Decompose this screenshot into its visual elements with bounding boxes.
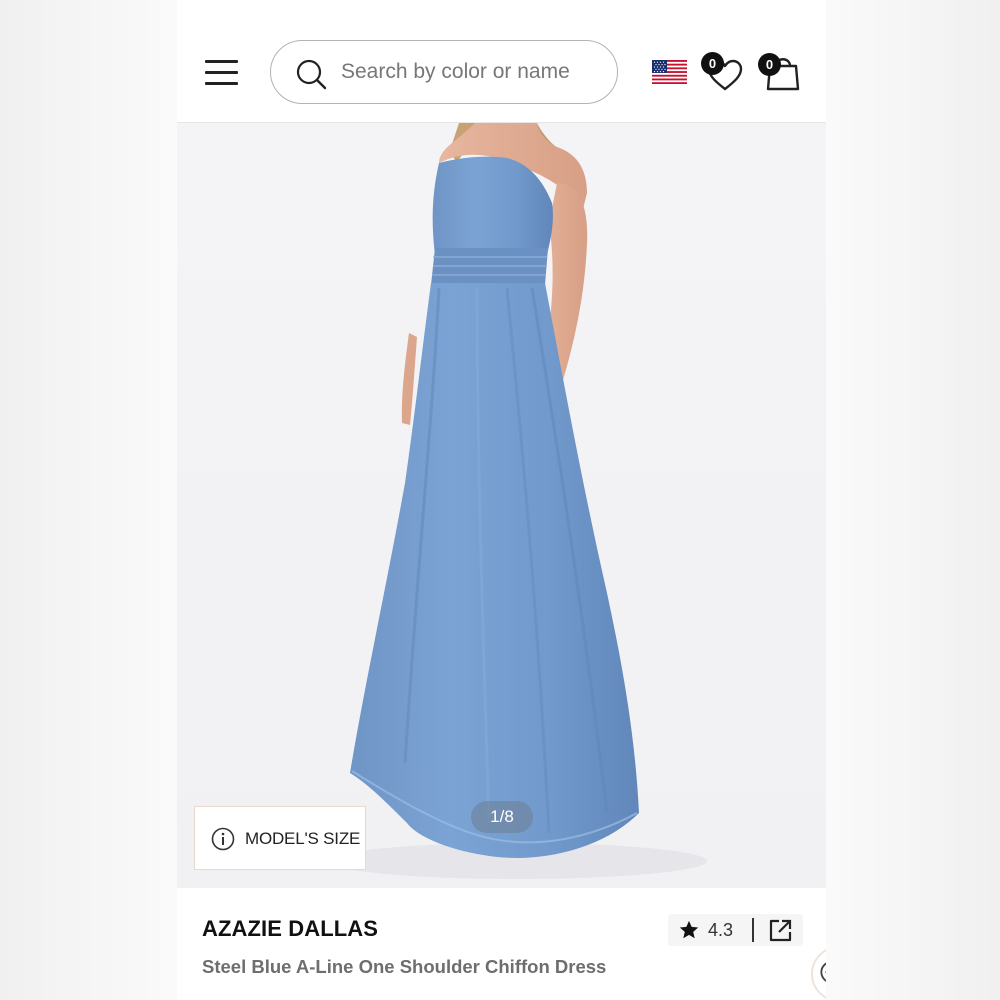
star-icon: [679, 920, 699, 939]
info-icon: [211, 827, 235, 851]
menu-icon-line: [205, 71, 238, 74]
search-icon[interactable]: [295, 58, 327, 90]
search-input[interactable]: [341, 53, 601, 91]
share-icon[interactable]: [768, 918, 793, 943]
site-header: 0 0: [177, 0, 826, 123]
us-flag-icon[interactable]: [652, 60, 687, 84]
product-info: AZAZIE DALLAS Steel Blue A-Line One Shou…: [177, 888, 826, 1000]
cart-button[interactable]: 0: [758, 51, 802, 93]
menu-icon-line: [205, 60, 238, 63]
wishlist-count-badge: 0: [701, 52, 724, 75]
product-title: Steel Blue A-Line One Shoulder Chiffon D…: [202, 956, 607, 977]
search-bar[interactable]: [270, 40, 618, 104]
model-size-button[interactable]: MODEL'S SIZE: [194, 806, 366, 870]
rating-share-bar: 4.3: [668, 914, 803, 946]
model-size-label: MODEL'S SIZE: [245, 829, 361, 848]
mobile-viewport: 0 0: [177, 0, 826, 1000]
cart-count-badge: 0: [758, 53, 781, 76]
divider: [752, 918, 754, 942]
rating-value[interactable]: 4.3: [708, 920, 733, 941]
product-image-gallery[interactable]: MODEL'S SIZE 1/8: [177, 123, 826, 888]
product-photo: [177, 123, 826, 888]
chat-icon: [820, 962, 826, 982]
menu-button[interactable]: [205, 57, 239, 87]
gallery-pager: 1/8: [471, 801, 533, 833]
chat-button[interactable]: [811, 946, 826, 1000]
menu-icon-line: [205, 82, 238, 85]
product-brand: AZAZIE DALLAS: [202, 916, 379, 941]
wishlist-button[interactable]: 0: [701, 52, 743, 92]
